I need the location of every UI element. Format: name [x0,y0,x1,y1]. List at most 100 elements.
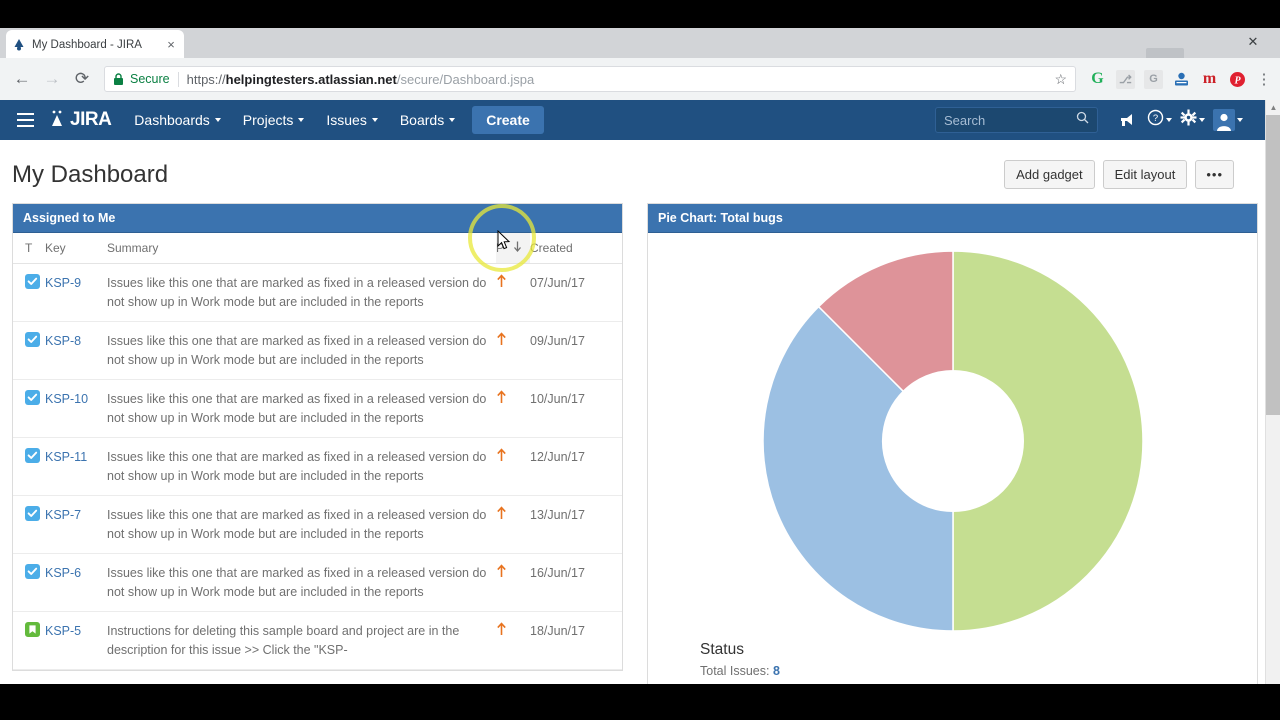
issue-summary-cell: Issues like this one that are marked as … [107,496,496,554]
settings-menu[interactable] [1177,109,1208,131]
issue-summary-link[interactable]: Issues like this one that are marked as … [107,392,486,425]
nav-item-dashboards[interactable]: Dashboards [123,100,232,140]
profile-menu[interactable] [1210,109,1246,131]
issue-summary-link[interactable]: Issues like this one that are marked as … [107,566,486,599]
add-gadget-button[interactable]: Add gadget [1004,160,1095,189]
page-scrollbar[interactable]: ▲ ▼ [1265,100,1280,684]
chevron-down-icon [1237,118,1243,122]
close-icon[interactable]: × [164,38,178,52]
table-row[interactable]: KSP-5 Instructions for deleting this samp… [13,612,622,670]
column-header-created[interactable]: Created [530,233,622,264]
table-row[interactable]: KSP-8 Issues like this one that are marke… [13,322,622,380]
sort-descending-icon [513,241,522,255]
issue-created-cell: 16/Jun/17 [530,554,622,612]
more-options-button[interactable]: ••• [1195,160,1234,189]
scroll-up-icon[interactable]: ▲ [1266,100,1280,115]
table-row[interactable]: KSP-6 Issues like this one that are marke… [13,554,622,612]
column-header-priority[interactable]: P [496,233,530,264]
screen: My Dashboard - JIRA × ✕ ← → ⟳ Secure htt… [0,0,1280,720]
issue-summary-cell: Instructions for deleting this sample bo… [107,612,496,670]
reload-icon[interactable]: ⟳ [68,65,96,93]
table-row[interactable]: KSP-11 Issues like this one that are mark… [13,438,622,496]
search-box[interactable] [935,107,1098,133]
search-input[interactable] [944,113,1076,128]
column-header-type[interactable]: T [13,233,45,264]
issue-type-cell [13,554,45,612]
column-header-key[interactable]: Key [45,233,107,264]
task-icon[interactable] [25,390,40,405]
issue-summary-cell: Issues like this one that are marked as … [107,438,496,496]
task-icon[interactable] [25,448,40,463]
story-icon[interactable] [25,622,40,637]
nav-item-issues[interactable]: Issues [315,100,388,140]
issue-summary-link[interactable]: Issues like this one that are marked as … [107,508,486,541]
task-icon[interactable] [25,564,40,579]
grammarly-icon[interactable]: G [1088,70,1107,89]
table-row[interactable]: KSP-9 Issues like this one that are marke… [13,264,622,322]
issue-summary-link[interactable]: Issues like this one that are marked as … [107,334,486,367]
issue-key-link[interactable]: KSP-7 [45,508,81,522]
issue-key-link[interactable]: KSP-6 [45,566,81,580]
bookmark-star-icon[interactable]: ☆ [1054,71,1067,88]
m-icon[interactable]: m [1200,70,1219,89]
issue-key-link[interactable]: KSP-10 [45,392,88,406]
issue-summary-link[interactable]: Instructions for deleting this sample bo… [107,624,459,657]
announcements-icon[interactable] [1112,105,1142,135]
issue-key-link[interactable]: KSP-8 [45,334,81,348]
issues-table-header-row: T Key Summary P [13,233,622,264]
issues-table: T Key Summary P [13,233,622,670]
chevron-down-icon [1166,118,1172,122]
donut-chart[interactable] [763,251,1143,631]
forward-icon[interactable]: → [38,65,66,93]
browser-tab-title: My Dashboard - JIRA [32,39,158,51]
pie-chart-gadget-body: Status Total Issues: 8 [648,233,1257,684]
column-header-summary[interactable]: Summary [107,233,496,264]
issue-type-cell [13,438,45,496]
issue-created-cell: 18/Jun/17 [530,612,622,670]
issue-key-link[interactable]: KSP-5 [45,624,81,638]
issue-summary-cell: Issues like this one that are marked as … [107,380,496,438]
scrollbar-thumb[interactable] [1266,115,1280,415]
task-icon[interactable] [25,506,40,521]
priority-major-icon [496,448,507,468]
url-scheme: https:// [187,72,226,87]
pdf-icon[interactable]: ⎇ [1116,70,1135,89]
back-icon[interactable]: ← [8,65,36,93]
column-header-priority-label: P [496,241,504,255]
window-close-button[interactable]: ✕ [1230,28,1276,56]
page-header: My Dashboard Add gadget Edit layout ••• [0,140,1280,203]
browser-menu-icon[interactable]: ⋮ [1256,70,1272,88]
issue-priority-cell [496,380,530,438]
jira-top-nav: JIRA Dashboards Projects Issues Boards [0,100,1280,140]
issue-key-link[interactable]: KSP-9 [45,276,81,290]
hamburger-menu-icon[interactable] [8,105,42,135]
issue-priority-cell [496,322,530,380]
nav-item-projects[interactable]: Projects [232,100,316,140]
table-row[interactable]: KSP-7 Issues like this one that are marke… [13,496,622,554]
search-icon[interactable] [1076,111,1089,129]
issue-type-cell [13,264,45,322]
issue-summary-link[interactable]: Issues like this one that are marked as … [107,450,486,483]
donut-slice[interactable] [953,251,1143,631]
browser-tab[interactable]: My Dashboard - JIRA × [6,30,184,60]
table-row[interactable]: KSP-10 Issues like this one that are mark… [13,380,622,438]
task-icon[interactable] [25,332,40,347]
help-menu[interactable]: ? [1144,109,1175,131]
address-bar[interactable]: Secure https://helpingtesters.atlassian.… [104,66,1076,92]
letterbox-bottom [0,684,1280,720]
page-viewport: JIRA Dashboards Projects Issues Boards [0,100,1280,684]
edit-layout-button[interactable]: Edit layout [1103,160,1188,189]
issue-key-link[interactable]: KSP-11 [45,450,87,464]
lock-icon [113,73,124,86]
create-button[interactable]: Create [472,106,544,134]
nav-item-boards[interactable]: Boards [389,100,466,140]
pie-chart-gadget-title: Pie Chart: Total bugs [648,204,1257,233]
issue-summary-link[interactable]: Issues like this one that are marked as … [107,276,486,309]
jira-logo[interactable]: JIRA [48,109,111,132]
pinterest-icon[interactable]: P [1228,70,1247,89]
url-host: helpingtesters.atlassian.net [226,72,397,87]
user-badge-icon[interactable] [1172,70,1191,89]
google-icon[interactable]: G [1144,70,1163,89]
task-icon[interactable] [25,274,40,289]
issue-summary-cell: Issues like this one that are marked as … [107,322,496,380]
